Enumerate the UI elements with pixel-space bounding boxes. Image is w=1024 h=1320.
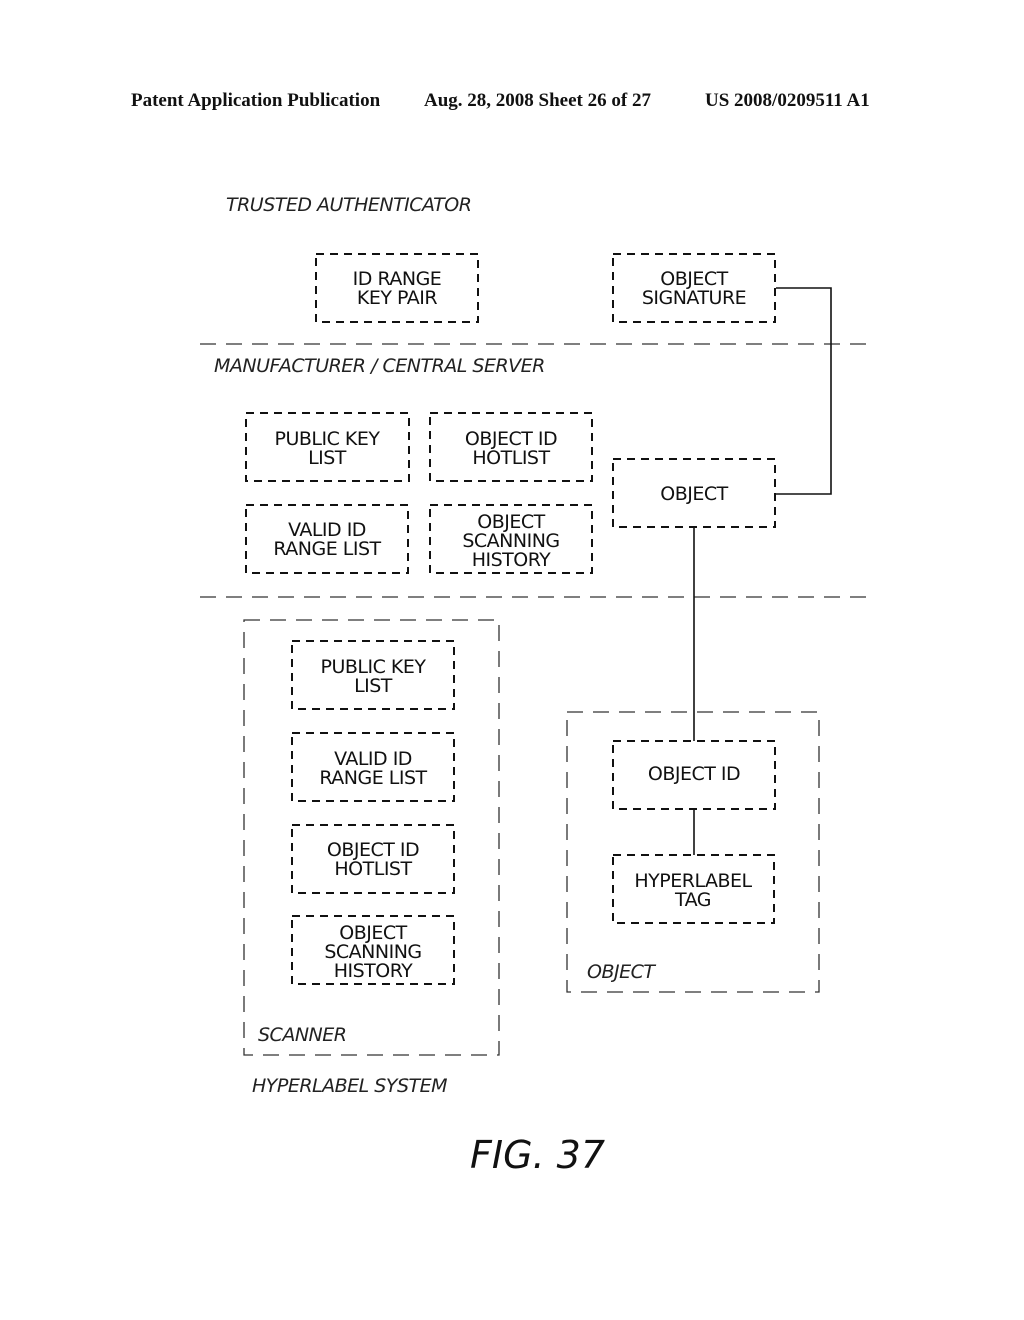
object-group: OBJECT bbox=[566, 711, 820, 993]
diagram-canvas: TRUSTED AUTHENTICATOR MANUFACTURER / CEN… bbox=[200, 194, 870, 1177]
box-line: OBJECT ID bbox=[648, 763, 740, 785]
box-line: HISTORY bbox=[472, 549, 551, 571]
scanner-group-label: SCANNER bbox=[258, 1024, 346, 1046]
box-scanner-object-id-hotlist: OBJECT ID HOTLIST bbox=[291, 824, 455, 894]
box-line: HISTORY bbox=[334, 960, 413, 982]
box-line: RANGE LIST bbox=[273, 538, 381, 560]
connector-signature-to-object bbox=[776, 287, 832, 495]
box-line: SIGNATURE bbox=[642, 287, 746, 309]
box-line: LIST bbox=[354, 675, 393, 697]
box-server-object-id-hotlist: OBJECT ID HOTLIST bbox=[429, 412, 593, 482]
section-label-hyperlabel-system: HYPERLABEL SYSTEM bbox=[252, 1075, 447, 1097]
box-scanner-valid-id-range-list: VALID ID RANGE LIST bbox=[291, 732, 455, 802]
box-server-object: OBJECT bbox=[612, 458, 776, 528]
box-line: RANGE LIST bbox=[319, 767, 427, 789]
box-server-object-scanning-history: OBJECT SCANNING HISTORY bbox=[429, 504, 593, 574]
section-label-trusted-authenticator: TRUSTED AUTHENTICATOR bbox=[226, 194, 471, 216]
box-line: HOTLIST bbox=[334, 858, 412, 880]
box-object-id: OBJECT ID bbox=[612, 740, 776, 810]
box-server-valid-id-range-list: VALID ID RANGE LIST bbox=[245, 504, 409, 574]
box-id-range-key-pair: ID RANGE KEY PAIR bbox=[315, 253, 479, 323]
box-line: OBJECT bbox=[660, 483, 728, 505]
box-scanner-public-key-list: PUBLIC KEY LIST bbox=[291, 640, 455, 710]
box-object-signature: OBJECT SIGNATURE bbox=[612, 253, 776, 323]
section-label-manufacturer: MANUFACTURER / CENTRAL SERVER bbox=[214, 355, 545, 377]
box-line: KEY PAIR bbox=[357, 287, 437, 309]
box-line: TAG bbox=[674, 889, 711, 911]
box-scanner-object-scanning-history: OBJECT SCANNING HISTORY bbox=[291, 915, 455, 985]
box-line: HOTLIST bbox=[472, 447, 550, 469]
figure-label: FIG. 37 bbox=[470, 1133, 605, 1177]
object-group-border bbox=[566, 711, 820, 993]
box-line: LIST bbox=[308, 447, 347, 469]
box-server-public-key-list: PUBLIC KEY LIST bbox=[245, 412, 410, 482]
box-hyperlabel-tag: HYPERLABEL TAG bbox=[612, 854, 775, 924]
object-group-label: OBJECT bbox=[587, 961, 656, 983]
